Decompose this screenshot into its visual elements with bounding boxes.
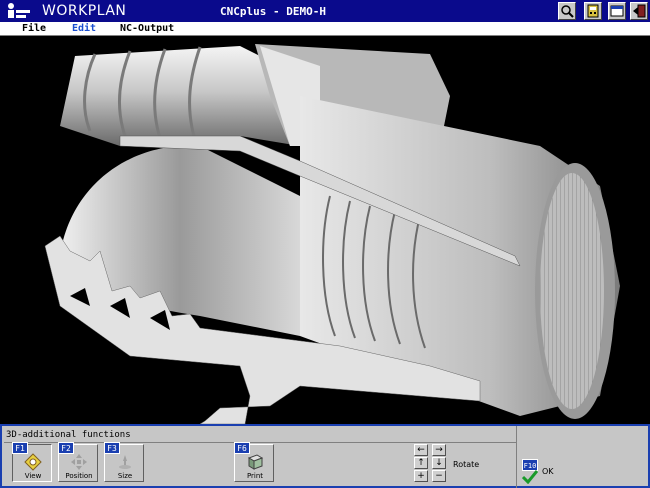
f3-key-tag: F3 (104, 442, 120, 454)
f1-view-button[interactable]: View F1 (12, 442, 52, 484)
size-icon (119, 455, 131, 469)
exit-button[interactable] (630, 2, 648, 20)
f2-position-button[interactable]: Position F2 (58, 442, 98, 484)
3d-viewport[interactable] (0, 36, 650, 424)
menu-file[interactable]: File (22, 23, 46, 34)
menu-nc-output[interactable]: NC-Output (120, 23, 174, 34)
magnifier-button[interactable] (558, 2, 576, 20)
ok-label[interactable]: OK (542, 467, 554, 476)
exit-icon (633, 4, 646, 18)
workplan-logo-icon (8, 3, 30, 18)
f1-label: View (24, 472, 42, 480)
panel-title: 3D-additional functions (6, 430, 131, 440)
window-icon (610, 5, 624, 17)
rotate-down-button[interactable]: ↓ (432, 457, 446, 469)
rotate-left-button[interactable]: ← (414, 444, 428, 456)
f1-key-tag: F1 (12, 442, 28, 454)
f2-key-tag: F2 (58, 442, 74, 454)
ok-check-icon[interactable] (522, 470, 538, 484)
window-button[interactable] (608, 2, 626, 20)
window-title: CNCplus - DEMO-H (220, 5, 326, 18)
magnifier-icon (561, 5, 574, 18)
f2-label: Position (65, 472, 93, 480)
f3-size-button[interactable]: Size F3 (104, 442, 144, 484)
rotate-label: Rotate (453, 460, 480, 469)
f6-key-tag: F6 (234, 442, 250, 454)
menu-bar: File Edit NC-Output (0, 22, 650, 36)
rotate-right-button[interactable]: → (432, 444, 446, 456)
turned-part-render (44, 44, 620, 424)
panel-vertical-divider (516, 426, 517, 488)
f6-label: Print (246, 472, 264, 480)
view-icon (24, 453, 42, 471)
rotate-up-button[interactable]: ↑ (414, 457, 428, 469)
print-icon (247, 454, 264, 470)
f3-label: Size (117, 472, 133, 480)
title-bar: WORKPLAN CNCplus - DEMO-H (0, 0, 650, 22)
zoom-out-button[interactable]: − (432, 470, 446, 482)
calculator-button[interactable] (584, 2, 602, 20)
calculator-icon (587, 4, 599, 18)
function-panel: 3D-additional functions View F1 Position… (0, 424, 650, 488)
position-icon (71, 454, 87, 470)
app-name: WORKPLAN (42, 3, 127, 19)
zoom-in-button[interactable]: + (414, 470, 428, 482)
f6-print-button[interactable]: Print F6 (234, 442, 274, 484)
menu-edit[interactable]: Edit (72, 23, 96, 34)
